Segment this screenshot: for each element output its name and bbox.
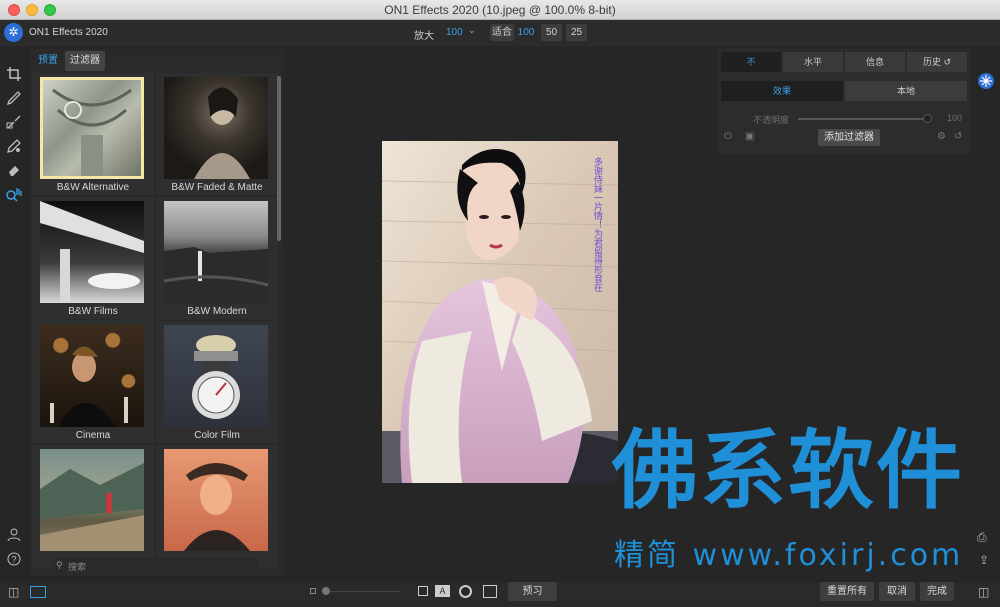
- help-icon[interactable]: ?: [5, 552, 23, 570]
- preset-card-cinema[interactable]: Cinema: [32, 321, 154, 443]
- tab-effects[interactable]: 效果: [721, 81, 843, 101]
- preview-button[interactable]: 预习: [508, 582, 557, 601]
- zoom-hand-icon[interactable]: [5, 186, 23, 204]
- gradient-icon[interactable]: [5, 114, 23, 132]
- preset-thumbnail: [164, 449, 268, 551]
- window-title: ON1 Effects 2020 (10.jpeg @ 100.0% 8-bit…: [384, 3, 616, 17]
- presets-browser-panel: 预置 过滤器 B&W Alternative B&W Faded & Matte…: [30, 49, 283, 576]
- effects-local-tabs: 效果 本地: [721, 81, 967, 101]
- title-bar: ON1 Effects 2020 (10.jpeg @ 100.0% 8-bit…: [0, 0, 1000, 20]
- brush-icon[interactable]: [5, 90, 23, 108]
- tab-levels[interactable]: 水平: [783, 52, 843, 72]
- presets-search-input[interactable]: ⚲ 搜索: [52, 558, 258, 574]
- power-icon[interactable]: ⏻: [724, 131, 732, 142]
- opacity-value: 100: [947, 113, 963, 123]
- preset-thumbnail: [40, 449, 144, 551]
- preset-label: B&W Films: [68, 306, 118, 317]
- undo-icon: ↺: [943, 57, 952, 67]
- tab-presets[interactable]: 预置: [33, 51, 63, 71]
- search-placeholder: 搜索: [68, 562, 87, 572]
- tab-history-label: 历史: [922, 57, 941, 67]
- user-icon[interactable]: [5, 528, 23, 546]
- preset-label: B&W Modern: [187, 306, 247, 317]
- view-mask-icon[interactable]: [459, 585, 472, 598]
- preset-thumbnail: [40, 325, 144, 427]
- panel-toggle-left-icon[interactable]: ◫: [8, 585, 19, 599]
- preset-thumbnail: [164, 325, 268, 427]
- app-logo-icon: ✲: [4, 23, 23, 42]
- right-panel: 不 水平 信息 历史 ↺ 效果 本地 不透明度 100 ⏻ ▣ 添加过滤器 ⚙ …: [718, 49, 970, 154]
- browser-scrollbar[interactable]: [277, 76, 281, 241]
- preset-thumbnail: [40, 201, 144, 303]
- right-panel-tabs: 不 水平 信息 历史 ↺: [721, 52, 967, 72]
- svg-text:?: ?: [11, 555, 16, 565]
- reset-all-button[interactable]: 重置所有: [820, 582, 874, 601]
- watermark-sub: 精简 www.foxirj.com: [614, 538, 964, 573]
- settings-gear-icon[interactable]: ⚙: [937, 131, 946, 142]
- add-filter-button[interactable]: 添加过滤器: [818, 129, 880, 146]
- preset-card-bw-faded-matte[interactable]: B&W Faded & Matte: [156, 73, 278, 195]
- eraser-icon[interactable]: [5, 162, 23, 180]
- size-small-icon: [310, 588, 316, 594]
- app-window: ON1 Effects 2020 (10.jpeg @ 100.0% 8-bit…: [0, 0, 1000, 607]
- watermark-main: 佛系软件: [612, 421, 964, 521]
- top-toolbar: ✲ ON1 Effects 2020 放大 100 ⌄ 适合 100 50 25: [0, 20, 1000, 46]
- preset-card-landscape[interactable]: [32, 445, 154, 567]
- done-button[interactable]: 完成: [920, 582, 954, 601]
- zoom-100-button[interactable]: 100: [516, 24, 536, 41]
- print-icon[interactable]: ⎙: [977, 530, 987, 545]
- presets-grid: B&W Alternative B&W Faded & Matte B&W Fi…: [30, 73, 278, 573]
- preset-thumbnail: [164, 201, 268, 303]
- compare-view-icon[interactable]: [30, 586, 46, 598]
- share-icon[interactable]: ⇪: [979, 553, 989, 567]
- preset-card-bw-films[interactable]: B&W Films: [32, 197, 154, 319]
- tab-history[interactable]: 历史 ↺: [907, 52, 967, 72]
- tab-info[interactable]: 信息: [845, 52, 905, 72]
- preset-label: Color Film: [194, 430, 240, 441]
- zoom-label: 放大: [414, 31, 434, 42]
- tool-strip: ?: [0, 46, 28, 586]
- cancel-button[interactable]: 取消: [879, 582, 915, 601]
- photo-caption: 多谢侍妹一片情！为君留得形音在: [592, 156, 603, 292]
- preset-label: B&W Faded & Matte: [171, 182, 263, 193]
- retouch-icon[interactable]: [5, 138, 23, 156]
- tab-none[interactable]: 不: [721, 52, 781, 72]
- view-histogram-icon[interactable]: [483, 585, 497, 598]
- slider-track: [330, 591, 400, 592]
- opacity-slider[interactable]: [798, 118, 928, 120]
- view-text-icon[interactable]: A: [435, 585, 450, 597]
- zoom-25-button[interactable]: 25: [566, 24, 587, 41]
- preset-label: Cinema: [75, 430, 111, 441]
- preset-thumbnail: [164, 77, 268, 179]
- zoom-50-button[interactable]: 50: [541, 24, 562, 41]
- zoom-fit-button[interactable]: 适合: [490, 24, 514, 41]
- tab-local[interactable]: 本地: [845, 81, 967, 101]
- preset-card-portrait[interactable]: [156, 445, 278, 567]
- chevron-down-icon[interactable]: ⌄: [468, 25, 476, 36]
- reset-icon[interactable]: ↺: [954, 131, 962, 142]
- preset-card-color-film[interactable]: Color Film: [156, 321, 278, 443]
- mask-icon[interactable]: ▣: [745, 131, 754, 142]
- preset-label: B&W Alternative: [56, 182, 130, 193]
- photo-preview: 多谢侍妹一片情！为君留得形音在: [382, 141, 618, 483]
- thumbnail-size-slider[interactable]: [322, 587, 330, 595]
- opacity-label: 不透明度: [753, 115, 790, 125]
- preset-card-bw-modern[interactable]: B&W Modern: [156, 197, 278, 319]
- tab-filters[interactable]: 过滤器: [65, 51, 105, 71]
- crop-icon[interactable]: [5, 66, 23, 84]
- zoom-value[interactable]: 100: [446, 27, 463, 38]
- effects-badge-icon[interactable]: [977, 72, 995, 90]
- view-single-icon[interactable]: [418, 586, 428, 596]
- preset-thumbnail: [40, 77, 144, 179]
- bottom-bar: ◫ A 预习 重置所有 取消 完成 ◫: [0, 582, 1000, 607]
- preset-card-bw-alternative[interactable]: B&W Alternative: [32, 73, 154, 195]
- panel-toggle-right-icon[interactable]: ◫: [978, 585, 989, 599]
- search-icon: ⚲: [56, 560, 63, 570]
- app-name: ON1 Effects 2020: [29, 27, 108, 38]
- opacity-slider-handle[interactable]: [923, 114, 932, 123]
